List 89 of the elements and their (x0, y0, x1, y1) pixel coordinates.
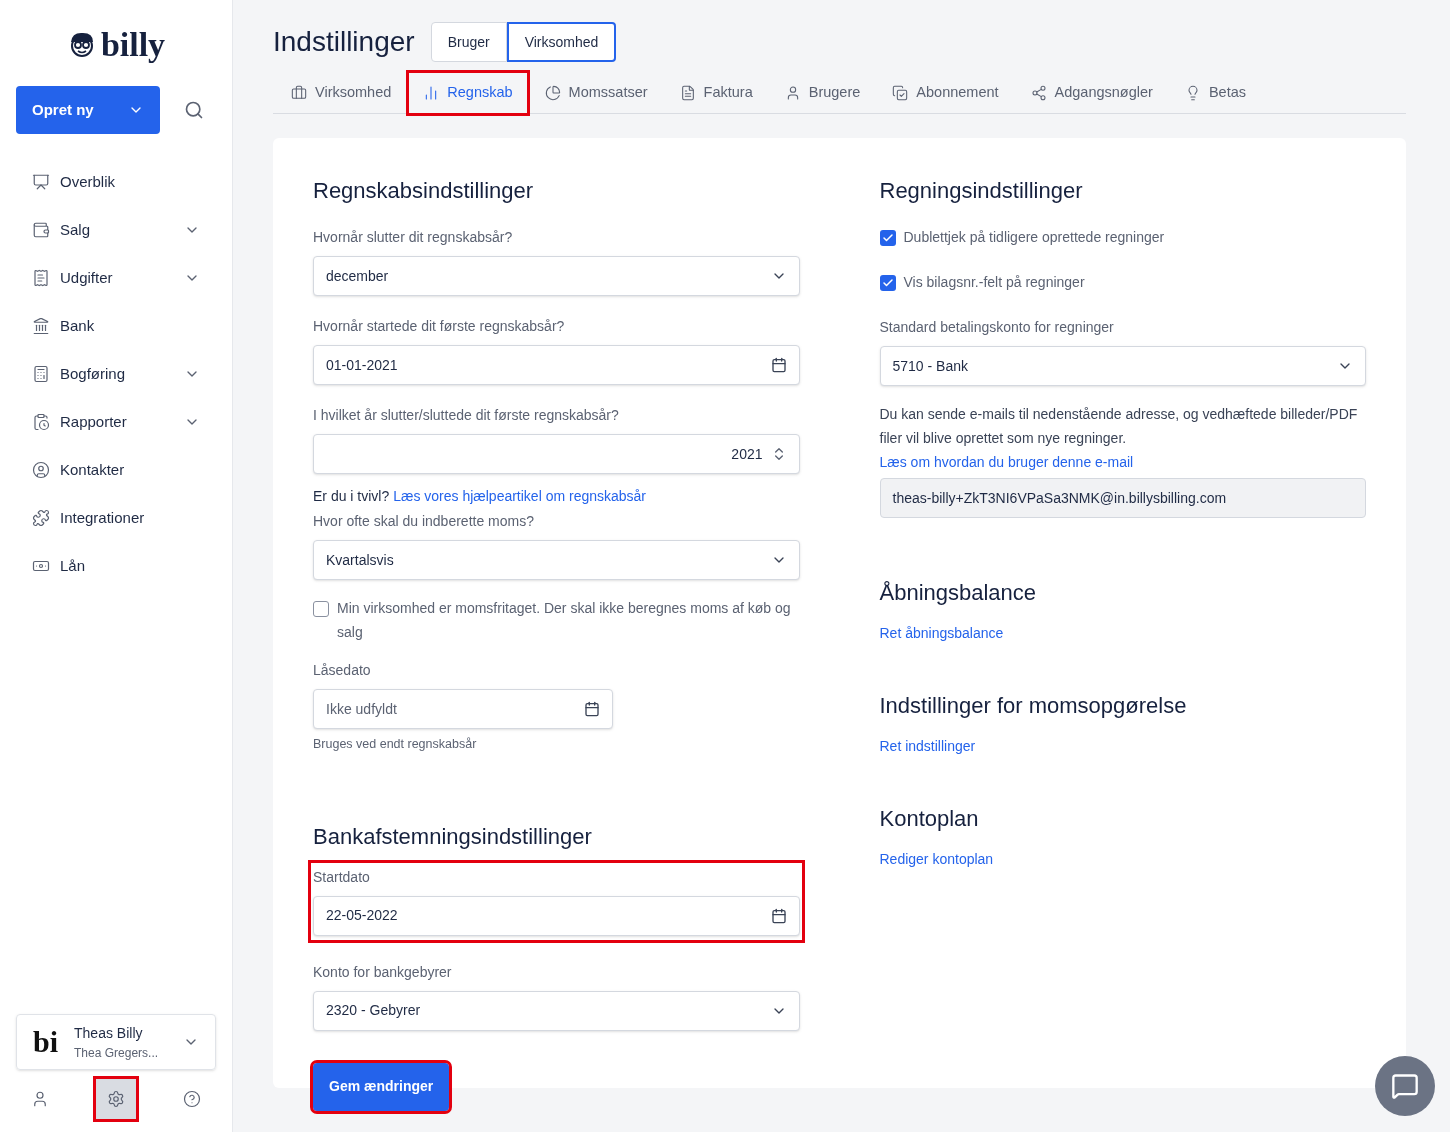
field-label: Hvornår startede dit første regnskabsår? (313, 317, 566, 336)
section-heading: Åbningsbalance (879, 579, 1038, 607)
help-article-link[interactable]: Læs vores hjælpeartikel om regnskabsår (393, 488, 647, 504)
settings-button[interactable] (96, 1079, 136, 1119)
section-heading: Bankafstemningsindstillinger (313, 822, 593, 851)
segmented-toggle-option[interactable]: Virksomhed (506, 22, 617, 62)
sidebar-nav-item[interactable]: Integrationer (0, 494, 232, 542)
search-icon[interactable] (184, 100, 204, 120)
section-heading: Kontoplan (879, 805, 980, 833)
settings-tab[interactable]: Abonnement (878, 72, 1013, 113)
input-field[interactable]: 22-05-2022 (313, 895, 800, 936)
settings-tab[interactable]: Regnskab (409, 72, 527, 113)
sidebar-nav-item[interactable]: Lån (0, 542, 232, 590)
clipboard-clock-icon (32, 413, 50, 431)
puzzle-icon (32, 509, 50, 527)
calculator-icon (32, 365, 50, 383)
email-address-field[interactable]: theas-billy+ZkT3NI6VPaSa3NMK@in.billysbilling.com (879, 478, 1366, 518)
email-help-link[interactable]: Læs om hvordan du bruger denne e-mail (879, 454, 1134, 470)
sidebar-nav-item[interactable]: Salg (0, 206, 232, 254)
person-circle-icon (32, 461, 50, 479)
document-icon (679, 84, 696, 101)
field-label: Konto for bankgebyrer (313, 962, 453, 982)
organization-name: Theas Billy (74, 1023, 144, 1043)
sidebar-nav-item[interactable]: Bogføring (0, 350, 232, 398)
help-text: Er du i tvivl? Læs vores hjælpeartikel om regnskabsår (313, 487, 648, 506)
field-label: Startdato (313, 867, 371, 887)
bank-icon (32, 317, 50, 335)
section-heading: Regningsindstillinger (879, 177, 1084, 205)
create-new-button[interactable]: Opret ny (16, 86, 160, 134)
section-heading: Indstillinger for momsopgørelse (879, 692, 1188, 720)
select-field[interactable]: 5710 - Bank (879, 346, 1366, 386)
page-title: Indstillinger (273, 28, 415, 56)
checkbox-label: Min virksomhed er momsfritaget. Der skal ikke beregnes moms af køb og salg (337, 599, 792, 642)
select-field[interactable]: Kvartalsvis (313, 540, 800, 580)
sidebar-nav-item[interactable]: Overblik (0, 158, 232, 206)
organization-logo: bi (33, 1027, 59, 1057)
settings-tab[interactable]: Betas (1170, 72, 1260, 113)
settings-icon (107, 1090, 125, 1108)
settings-link[interactable]: Ret indstillinger (879, 738, 976, 754)
copy-check-icon (892, 84, 909, 101)
settings-tab[interactable]: Momssatser (530, 72, 662, 113)
calendar-icon (584, 701, 600, 717)
sidebar-nav-item[interactable]: Udgifter (0, 254, 232, 302)
sidebar-nav-item[interactable]: Bank (0, 302, 232, 350)
chat-icon (1391, 1072, 1419, 1100)
input-field[interactable]: 01-01-2021 (313, 345, 800, 385)
checkbox[interactable] (879, 229, 896, 246)
calendar-icon (770, 357, 787, 373)
field-hint: Bruges ved endt regnskabsår (313, 736, 478, 753)
briefcase-icon (291, 84, 307, 101)
checkbox-label: Vis bilagsnr.-felt på regninger (903, 273, 1085, 292)
field-label: Låsedato (313, 661, 372, 680)
settings-tab[interactable]: Virksomhed (277, 72, 406, 113)
input-field[interactable]: 2021 (313, 434, 800, 474)
checkbox[interactable] (879, 274, 896, 291)
share-icon (1030, 84, 1047, 101)
checkbox[interactable] (313, 601, 329, 617)
checkbox-label: Dublettjek på tidligere oprettede regninger (903, 228, 1165, 247)
segmented-toggle-option[interactable]: Bruger (430, 22, 507, 62)
email-info-text: Du kan sende e-mails til nedenstående adresse, og vedhæftede billeder/PDF filer vil blive oprettet som nye regninger. Læs om hvordan du bruger denne e-mail (879, 405, 1359, 472)
pie-chart-icon (544, 84, 561, 101)
calendar-icon (770, 907, 787, 924)
field-label: Standard betalingskonto for regninger (879, 318, 1115, 337)
logo-wordmark: billy (100, 28, 166, 62)
select-field[interactable]: 2320 - Gebyrer (313, 990, 800, 1031)
input-field[interactable]: Ikke udfyldt (313, 689, 613, 729)
wallet-icon (32, 221, 50, 239)
help-icon (183, 1090, 201, 1108)
chat-launcher-button[interactable] (1375, 1056, 1435, 1116)
receipt-icon (32, 269, 50, 287)
save-changes-button[interactable]: Gem ændringer (313, 1062, 450, 1111)
section-heading: Regnskabsindstillinger (313, 177, 535, 205)
organization-switcher[interactable]: bi Theas Billy Thea Gregers... (16, 1014, 216, 1070)
field-label: Hvornår slutter dit regnskabsår? (313, 228, 514, 247)
settings-link[interactable]: Ret åbningsbalance (879, 625, 1004, 641)
person-icon (31, 1090, 49, 1108)
user-name: Thea Gregers... (74, 1044, 160, 1062)
settings-tab[interactable]: Brugere (770, 72, 875, 113)
checkmark-icon (881, 231, 894, 244)
field-label: I hvilket år slutter/sluttede dit første regnskabsår? (313, 406, 620, 425)
settings-link[interactable]: Rediger kontoplan (879, 851, 994, 867)
field-label: Hvor ofte skal du indberette moms? (313, 512, 535, 531)
sidebar-nav-item[interactable]: Rapporter (0, 398, 232, 446)
select-field[interactable]: december (313, 256, 800, 296)
settings-tab[interactable]: Faktura (665, 72, 767, 113)
checkmark-icon (881, 276, 894, 289)
sidebar-nav-item[interactable]: Kontakter (0, 446, 232, 494)
settings-tab[interactable]: Adgangsnøgler (1016, 72, 1167, 113)
presentation-board-icon (32, 173, 50, 191)
